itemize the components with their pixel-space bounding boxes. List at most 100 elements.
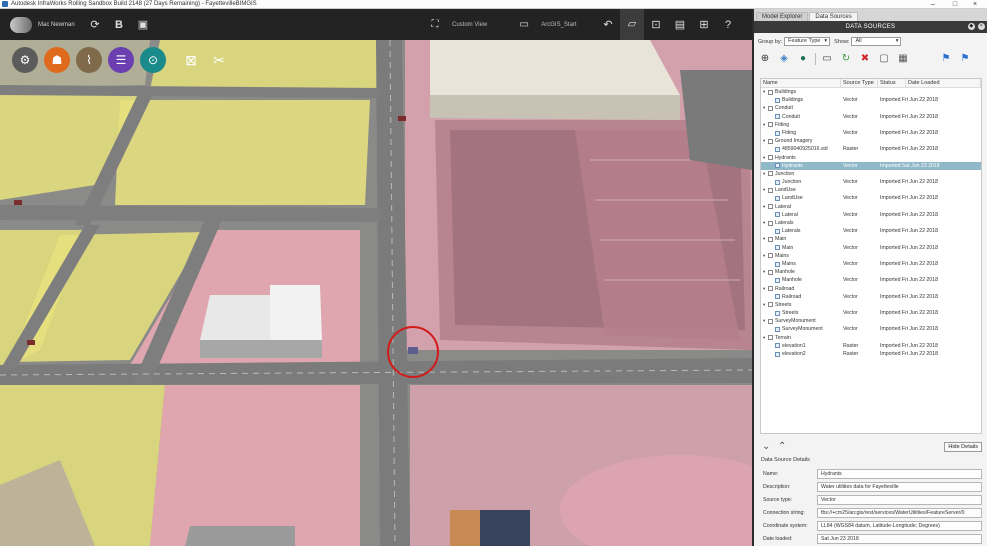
- group-checkbox[interactable]: [768, 204, 773, 210]
- detail-value-field[interactable]: Hydrants: [817, 468, 982, 479]
- panel-close-icon[interactable]: ×: [978, 23, 985, 30]
- add-data-source-icon[interactable]: ⊕: [758, 53, 772, 65]
- tree-item-row[interactable]: Manhole Vector Imported Fri Jun 22 2018: [761, 276, 981, 284]
- design-tool-icon[interactable]: ☰: [108, 47, 134, 73]
- style-rules-icon[interactable]: ⚑: [939, 53, 953, 65]
- column-status[interactable]: Status: [878, 79, 906, 87]
- layer-label[interactable]: ArcGIS_Start: [541, 22, 576, 28]
- panel-toggle-icon[interactable]: ▤: [668, 18, 692, 31]
- user-name[interactable]: Mac Newman: [38, 22, 78, 28]
- tree-item-row[interactable]: Laterals Vector Imported Fri Jun 22 2018: [761, 227, 981, 235]
- tree-group-row[interactable]: ▾ Fitting: [761, 121, 981, 129]
- collapse-all-icon[interactable]: ⌃: [778, 441, 786, 452]
- tree-group-row[interactable]: ▾ Lateral: [761, 203, 981, 211]
- tree-group-row[interactable]: ▾ Laterals: [761, 219, 981, 227]
- tree-group-row[interactable]: ▾ Junction: [761, 170, 981, 178]
- utilities-tool-icon[interactable]: ✂: [210, 52, 228, 69]
- map-viewport[interactable]: ⚙ ☗ ⌇ ☰ ⊙ ⊠ ✂: [0, 40, 752, 546]
- group-checkbox[interactable]: [768, 335, 773, 341]
- tree-group-row[interactable]: ▾ Hydrants: [761, 154, 981, 162]
- theme-icon[interactable]: ⚑: [958, 53, 972, 65]
- tree-item-row[interactable]: Fitting Vector Imported Fri Jun 22 2018: [761, 129, 981, 137]
- layer-icon[interactable]: ▭: [517, 19, 531, 30]
- detail-value-field[interactable]: fbs://+cm25/arcgis/rest/services/WaterUt…: [817, 507, 982, 518]
- table-icon[interactable]: ▦: [896, 53, 910, 65]
- close-button[interactable]: ×: [965, 0, 985, 9]
- custom-view-icon[interactable]: ⛶: [428, 19, 442, 30]
- group-checkbox[interactable]: [768, 220, 773, 226]
- group-checkbox[interactable]: [768, 302, 773, 308]
- detail-value-field[interactable]: Water utilities data for Fayetteville: [817, 481, 982, 492]
- analyze-tool-icon[interactable]: ⌇: [76, 47, 102, 73]
- tree-item-row[interactable]: 4859040925016.sid Raster Imported Fri Jun …: [761, 145, 981, 153]
- tree-item-row[interactable]: Mains Vector Imported Fri Jun 22 2018: [761, 260, 981, 268]
- present-tool-icon[interactable]: ⊙: [140, 47, 166, 73]
- tree-item-row[interactable]: SurveyMonument Vector Imported Fri Jun 22 …: [761, 325, 981, 333]
- group-by-select[interactable]: Feature Type ▾: [784, 37, 831, 46]
- settings-tool-icon[interactable]: ⚙: [12, 47, 38, 73]
- user-avatar[interactable]: [10, 16, 32, 33]
- tree-group-row[interactable]: ▾ Streets: [761, 301, 981, 309]
- tree-item-row[interactable]: Buildings Vector Imported Fri Jun 22 2018: [761, 96, 981, 104]
- tree-item-row[interactable]: Railroad Vector Imported Fri Jun 22 2018: [761, 293, 981, 301]
- maximize-button[interactable]: □: [945, 0, 965, 9]
- tree-group-row[interactable]: ▾ Terrain: [761, 334, 981, 342]
- undo-icon[interactable]: ↶: [596, 18, 620, 31]
- tree-group-row[interactable]: ▾ Main: [761, 235, 981, 243]
- group-checkbox[interactable]: [768, 318, 773, 324]
- configure-icon[interactable]: ◈: [777, 53, 791, 65]
- cube-icon[interactable]: ▣: [136, 18, 150, 31]
- custom-view-label[interactable]: Custom View: [452, 22, 487, 28]
- tree-item-row[interactable]: Junction Vector Imported Fri Jun 22 2018: [761, 178, 981, 186]
- detail-value-field[interactable]: Vector: [817, 494, 982, 505]
- minimize-button[interactable]: –: [923, 0, 943, 9]
- hide-details-button[interactable]: Hide Details: [944, 442, 982, 452]
- group-checkbox[interactable]: [768, 286, 773, 292]
- tab-data-sources[interactable]: Data Sources: [809, 12, 858, 21]
- present-icon[interactable]: ▱: [620, 9, 644, 40]
- group-checkbox[interactable]: [768, 269, 773, 275]
- column-source-type[interactable]: Source Type: [841, 79, 878, 87]
- detail-value-field[interactable]: LL84 (WGS84 datum, Latitude-Longitude; D…: [817, 520, 982, 531]
- tree-group-row[interactable]: ▾ Conduit: [761, 104, 981, 112]
- show-select[interactable]: All ▾: [851, 37, 902, 46]
- selection-tool-icon[interactable]: ⊠: [182, 52, 200, 69]
- group-checkbox[interactable]: [768, 155, 773, 161]
- group-checkbox[interactable]: [768, 253, 773, 259]
- group-checkbox[interactable]: [768, 187, 773, 193]
- tree-item-row[interactable]: elevation2 Raster Imported Fri Jun 22 2018: [761, 350, 981, 358]
- detail-value-field[interactable]: Sat Jun 23 2018: [817, 533, 982, 544]
- tree-item-row[interactable]: Conduit Vector Imported Fri Jun 22 2018: [761, 113, 981, 121]
- tree-group-row[interactable]: ▾ LandUse: [761, 186, 981, 194]
- tree-item-row[interactable]: elevation1 Raster Imported Fri Jun 22 2018: [761, 342, 981, 350]
- delete-icon[interactable]: ✖: [858, 53, 872, 65]
- tree-group-row[interactable]: ▾ Buildings: [761, 88, 981, 96]
- grid-layout-icon[interactable]: ⊞: [692, 18, 716, 31]
- group-checkbox[interactable]: [768, 236, 773, 242]
- tree-item-row[interactable]: Hydrants Vector Imported Sat Jun 23 2018: [761, 161, 981, 170]
- tree-group-row[interactable]: ▾ Railroad: [761, 285, 981, 293]
- refresh-icon[interactable]: ↻: [839, 53, 853, 65]
- create-tool-icon[interactable]: ☗: [44, 47, 70, 73]
- tab-model-explorer[interactable]: Model Explorer: [756, 12, 809, 21]
- screen-capture-icon[interactable]: ⊡: [644, 18, 668, 31]
- properties-icon[interactable]: ▢: [877, 53, 891, 65]
- tree-group-row[interactable]: ▾ Mains: [761, 252, 981, 260]
- tree-group-row[interactable]: ▾ Manhole: [761, 268, 981, 276]
- tree-item-row[interactable]: Lateral Vector Imported Fri Jun 22 2018: [761, 211, 981, 219]
- tree-item-row[interactable]: LandUse Vector Imported Fri Jun 22 2018: [761, 194, 981, 202]
- group-checkbox[interactable]: [768, 105, 773, 111]
- group-checkbox[interactable]: [768, 122, 773, 128]
- group-checkbox[interactable]: [768, 89, 773, 95]
- globe-icon[interactable]: ●: [796, 53, 810, 65]
- column-date-loaded[interactable]: Date Loaded: [906, 79, 981, 87]
- data-sources-tree[interactable]: Name Source Type Status Date Loaded ▾ Bui…: [760, 78, 982, 434]
- pin-icon[interactable]: ◆: [968, 23, 975, 30]
- sync-icon[interactable]: ⟳: [88, 18, 102, 31]
- help-icon[interactable]: ?: [716, 19, 740, 31]
- duplicate-icon[interactable]: ▭: [820, 53, 834, 65]
- tree-group-row[interactable]: ▾ SurveyMonument: [761, 317, 981, 325]
- tree-item-row[interactable]: Streets Vector Imported Fri Jun 22 2018: [761, 309, 981, 317]
- group-checkbox[interactable]: [768, 171, 773, 177]
- tree-item-row[interactable]: Main Vector Imported Fri Jun 22 2018: [761, 244, 981, 252]
